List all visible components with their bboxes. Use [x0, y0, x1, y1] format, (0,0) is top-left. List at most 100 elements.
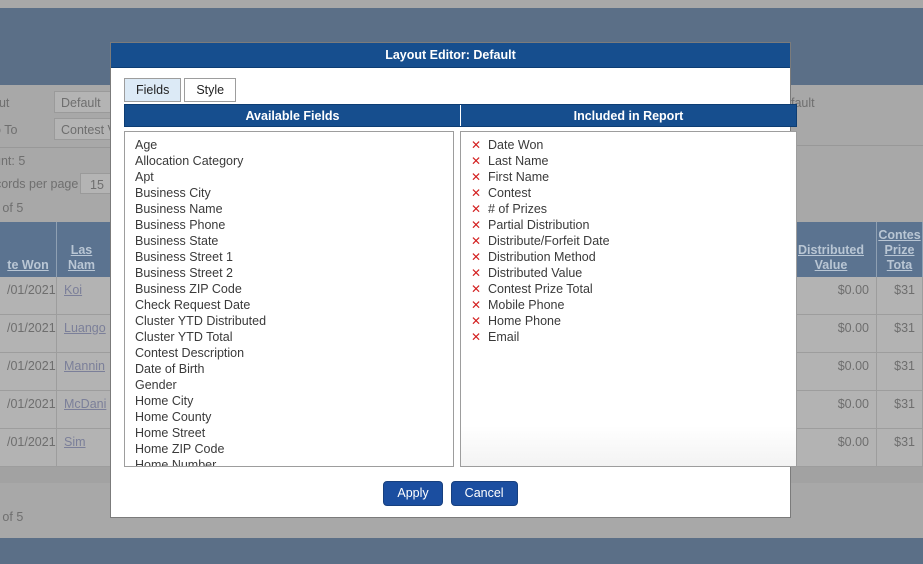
included-field-label: Home Phone	[488, 314, 561, 328]
included-field-label: Partial Distribution	[488, 218, 590, 232]
included-field-item[interactable]: ✕ Email	[461, 329, 796, 345]
table-header-date-won[interactable]: te Won	[0, 222, 57, 277]
table-row: $0.00	[786, 315, 877, 353]
included-in-report-header: Included in Report	[461, 105, 796, 126]
available-field-item[interactable]: Business ZIP Code	[125, 281, 453, 297]
included-field-item[interactable]: ✕ Contest Prize Total	[461, 281, 796, 297]
table-row: $31	[877, 391, 923, 429]
row-name-link[interactable]: Mannin	[64, 359, 105, 373]
table-header-contest-prize-total[interactable]: Contes Prize Tota	[877, 222, 923, 277]
included-field-item[interactable]: ✕ Last Name	[461, 153, 796, 169]
available-field-item[interactable]: Business Name	[125, 201, 453, 217]
remove-field-icon[interactable]: ✕	[471, 185, 481, 201]
table-row: Mannin	[57, 353, 113, 391]
available-field-item[interactable]: Home City	[125, 393, 453, 409]
table-row: /01/2021	[0, 353, 57, 391]
included-field-label: Contest	[488, 186, 532, 200]
available-field-item[interactable]: Business Phone	[125, 217, 453, 233]
available-field-item[interactable]: Home County	[125, 409, 453, 425]
dialog-body: Fields Style Available Fields Included i…	[111, 68, 797, 467]
remove-field-icon[interactable]: ✕	[471, 297, 481, 313]
included-field-item[interactable]: ✕ Partial Distribution	[461, 217, 796, 233]
cancel-button[interactable]: Cancel	[450, 480, 518, 506]
included-field-label: Distribution Method	[488, 250, 596, 264]
table-row: $0.00	[786, 353, 877, 391]
available-field-item[interactable]: Business City	[125, 185, 453, 201]
page-footer-bar	[0, 538, 923, 564]
records-per-page-label: ecords per page	[0, 177, 79, 191]
table-row: $0.00	[786, 429, 877, 467]
available-field-item[interactable]: Business State	[125, 233, 453, 249]
included-fields-list[interactable]: ✕ Date Won ✕ Last Name ✕ First Name ✕ Contest ✕ #…	[460, 131, 797, 467]
included-field-item[interactable]: ✕ Distribution Method	[461, 249, 796, 265]
dialog-footer: Apply Cancel	[111, 469, 790, 517]
table-header-last-name[interactable]: Las Nam	[57, 222, 113, 277]
included-field-item[interactable]: ✕ First Name	[461, 169, 796, 185]
included-field-label: Distribute/Forfeit Date	[488, 234, 610, 248]
remove-field-icon[interactable]: ✕	[471, 153, 481, 169]
included-field-label: Contest Prize Total	[488, 282, 593, 296]
included-field-item[interactable]: ✕ Mobile Phone	[461, 297, 796, 313]
included-field-label: Date Won	[488, 138, 544, 152]
remove-field-icon[interactable]: ✕	[471, 249, 481, 265]
available-field-item[interactable]: Allocation Category	[125, 153, 453, 169]
available-field-item[interactable]: Age	[125, 137, 453, 153]
table-row: $31	[877, 277, 923, 315]
table-row: $31	[877, 315, 923, 353]
row-name-link[interactable]: Koi	[64, 283, 82, 297]
paging-top: 5 of 5	[0, 201, 24, 215]
available-field-item[interactable]: Check Request Date	[125, 297, 453, 313]
available-field-item[interactable]: Gender	[125, 377, 453, 393]
row-name-link[interactable]: Sim	[64, 435, 86, 449]
right-divider	[791, 145, 923, 146]
available-field-item[interactable]: Date of Birth	[125, 361, 453, 377]
table-row: $31	[877, 353, 923, 391]
available-field-item[interactable]: Home ZIP Code	[125, 441, 453, 457]
table-row: $0.00	[786, 277, 877, 315]
column-headers: Available Fields Included in Report	[124, 104, 797, 127]
remove-field-icon[interactable]: ✕	[471, 217, 481, 233]
remove-field-icon[interactable]: ✕	[471, 313, 481, 329]
remove-field-icon[interactable]: ✕	[471, 137, 481, 153]
available-fields-header: Available Fields	[125, 105, 461, 126]
layout-label: out	[0, 96, 10, 110]
dialog-titlebar: Layout Editor: Default	[111, 43, 790, 68]
remove-field-icon[interactable]: ✕	[471, 201, 481, 217]
layout-editor-dialog: Layout Editor: Default Fields Style Avai…	[110, 42, 797, 518]
remove-field-icon[interactable]: ✕	[471, 329, 481, 345]
goto-label: o To	[0, 123, 18, 137]
included-field-item[interactable]: ✕ Distribute/Forfeit Date	[461, 233, 796, 249]
tab-style[interactable]: Style	[184, 78, 237, 102]
available-field-item[interactable]: Home Street	[125, 425, 453, 441]
included-field-item[interactable]: ✕ Home Phone	[461, 313, 796, 329]
available-field-item[interactable]: Apt	[125, 169, 453, 185]
remove-field-icon[interactable]: ✕	[471, 281, 481, 297]
included-field-item[interactable]: ✕ # of Prizes	[461, 201, 796, 217]
tab-fields[interactable]: Fields	[124, 78, 182, 102]
remove-field-icon[interactable]: ✕	[471, 265, 481, 281]
available-field-item[interactable]: Cluster YTD Distributed	[125, 313, 453, 329]
table-row: $31	[877, 429, 923, 467]
remove-field-icon[interactable]: ✕	[471, 169, 481, 185]
included-field-item[interactable]: ✕ Contest	[461, 185, 796, 201]
apply-button[interactable]: Apply	[383, 480, 443, 506]
included-field-item[interactable]: ✕ Date Won	[461, 137, 796, 153]
available-field-item[interactable]: Cluster YTD Total	[125, 329, 453, 345]
included-field-label: Email	[488, 330, 520, 344]
table-row: Luango	[57, 315, 113, 353]
tab-strip: Fields Style	[124, 78, 780, 102]
row-name-link[interactable]: Luango	[64, 321, 106, 335]
table-row: /01/2021	[0, 277, 57, 315]
table-header-distributed-value[interactable]: Distributed Value	[786, 222, 877, 277]
available-field-item[interactable]: Business Street 2	[125, 265, 453, 281]
row-name-link[interactable]: McDani	[64, 397, 106, 411]
available-field-item[interactable]: Business Street 1	[125, 249, 453, 265]
remove-field-icon[interactable]: ✕	[471, 233, 481, 249]
available-field-item[interactable]: Home Number	[125, 457, 453, 466]
included-field-item[interactable]: ✕ Distributed Value	[461, 265, 796, 281]
table-row: /01/2021	[0, 315, 57, 353]
records-per-page-input[interactable]: 15	[80, 173, 114, 194]
available-field-item[interactable]: Contest Description	[125, 345, 453, 361]
available-fields-list[interactable]: Age Allocation Category Apt Business City Bu…	[124, 131, 454, 467]
count-label: unt: 5	[0, 154, 26, 168]
